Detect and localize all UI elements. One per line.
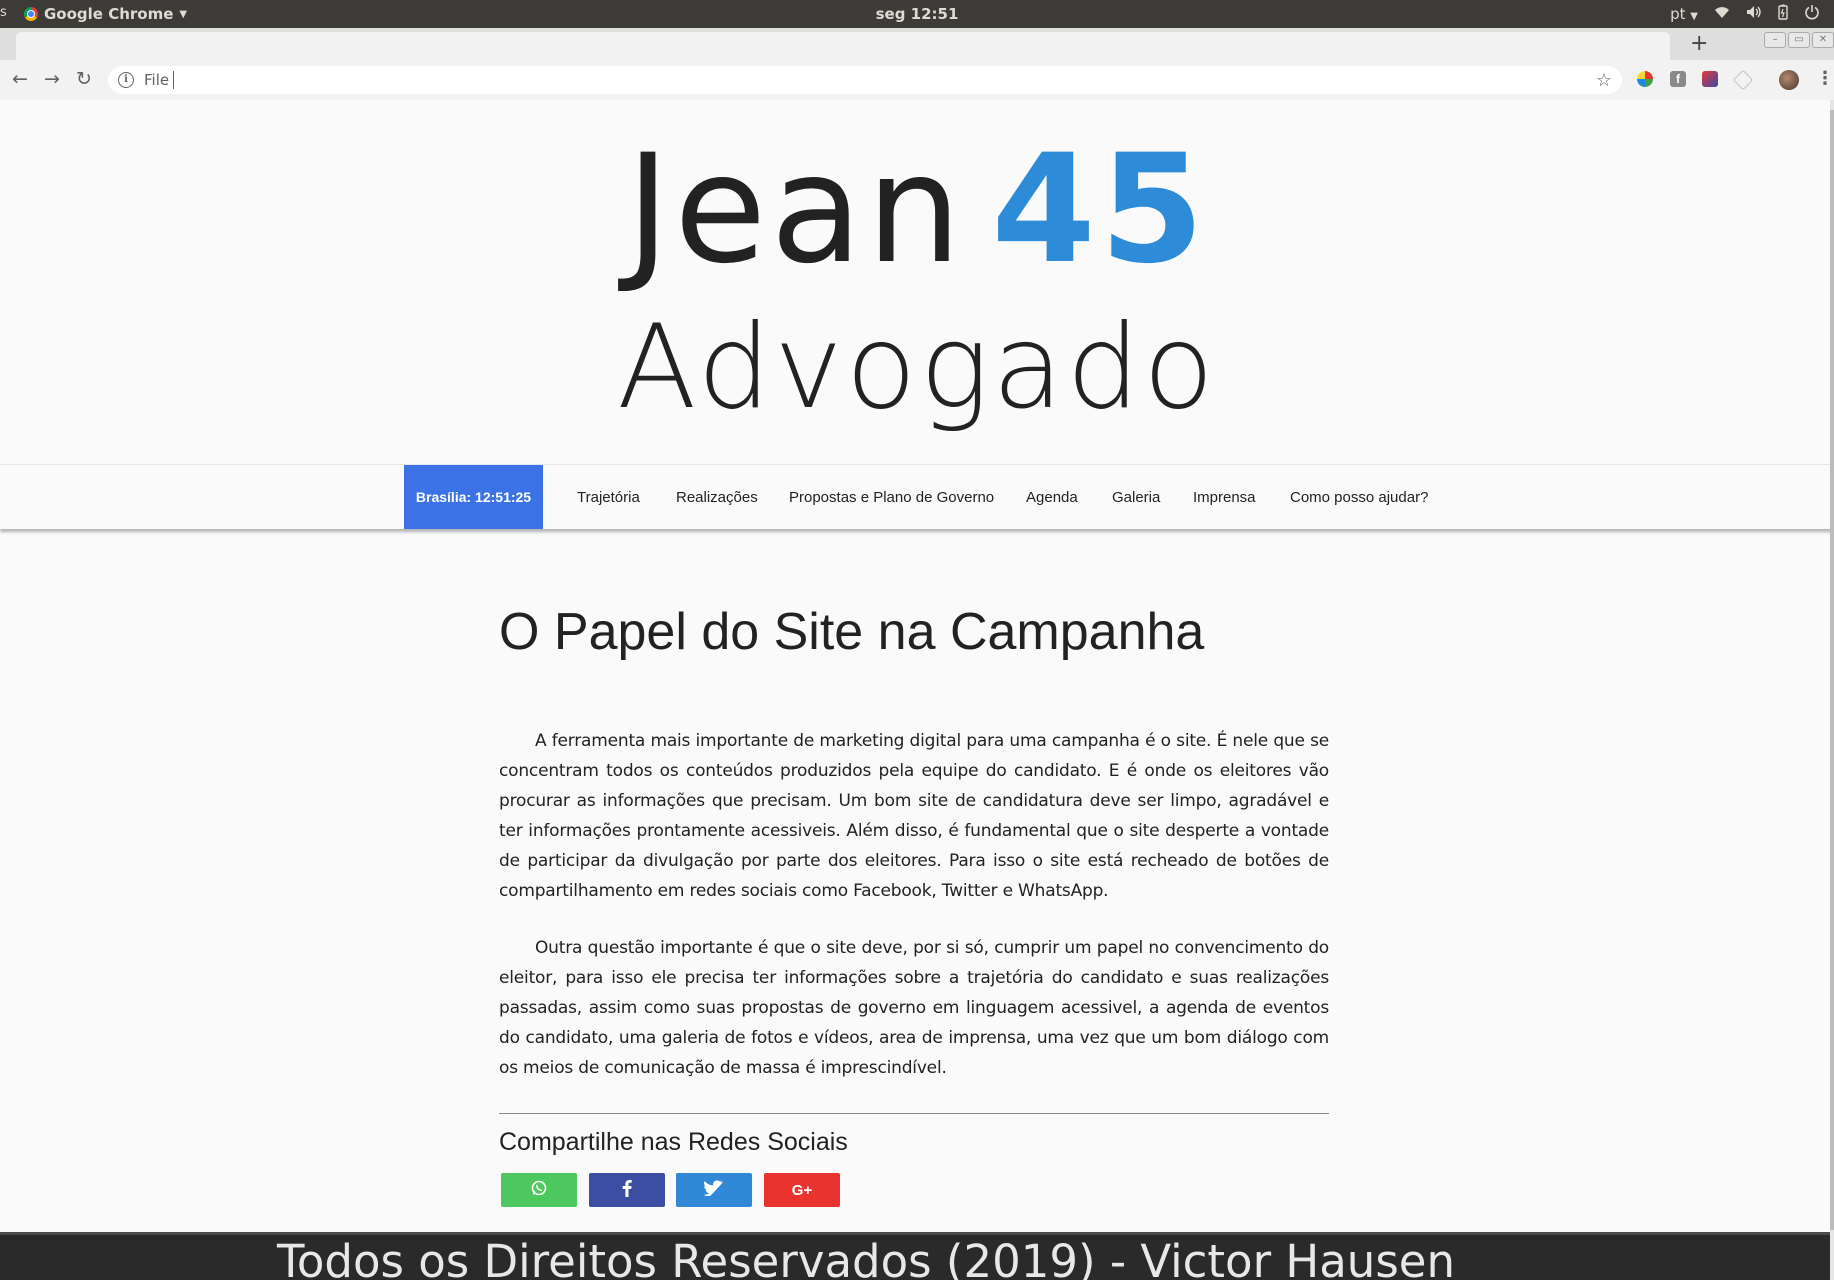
colorful-extension-icon[interactable] <box>1637 71 1653 87</box>
brasilia-clock: Brasília: 12:51:25 <box>404 465 543 529</box>
share-facebook-button[interactable] <box>589 1173 665 1207</box>
nav-item-imprensa[interactable]: Imprensa <box>1193 465 1256 529</box>
nav-item-galeria[interactable]: Galeria <box>1112 465 1160 529</box>
close-window-button[interactable]: ✕ <box>1812 32 1834 48</box>
system-clock[interactable]: seg 12:51 <box>0 5 1834 23</box>
back-arrow-icon[interactable]: ← <box>12 68 28 90</box>
profile-avatar[interactable] <box>1779 70 1799 90</box>
maximize-window-button[interactable]: ▭ <box>1788 32 1810 48</box>
wifi-icon[interactable] <box>1714 5 1730 23</box>
nav-item-agenda[interactable]: Agenda <box>1026 465 1078 529</box>
os-top-panel: s Google Chrome ▼ seg 12:51 pt ▼ <box>0 0 1834 28</box>
url-scheme-label: File <box>144 71 175 89</box>
page-title: O Papel do Site na Campanha <box>499 603 1205 661</box>
article-paragraph: Outra questão importante é que o site de… <box>499 938 1329 1078</box>
candidate-name: Jean <box>625 123 966 297</box>
nav-item-realizacoes[interactable]: Realizações <box>676 465 758 529</box>
minimize-window-button[interactable]: – <box>1764 32 1786 48</box>
nav-item-trajetoria[interactable]: Trajetória <box>577 465 640 529</box>
twitter-icon <box>703 1179 724 1201</box>
browser-tab-strip: + – ▭ ✕ <box>0 28 1834 60</box>
share-section-title: Compartilhe nas Redes Sociais <box>499 1128 848 1156</box>
share-whatsapp-button[interactable] <box>501 1173 577 1207</box>
red-extension-icon[interactable] <box>1702 71 1718 87</box>
article-content: O Papel do Site na Campanha A ferramenta… <box>499 600 1329 1207</box>
facebook-icon <box>621 1179 633 1202</box>
window-controls: – ▭ ✕ <box>1764 32 1834 48</box>
main-navbar: Brasília: 12:51:25 Trajetória Realizaçõe… <box>0 464 1834 529</box>
browser-toolbar: ← → ↻ i File ☆ f ⋮ <box>0 60 1834 101</box>
page-footer: Todos os Direitos Reservados (2019) - Vi… <box>0 1232 1834 1280</box>
browser-menu-icon[interactable]: ⋮ <box>1816 68 1834 89</box>
address-bar[interactable]: i File ☆ <box>108 66 1622 94</box>
whatsapp-icon <box>530 1179 548 1202</box>
page-scrollbar-thumb[interactable] <box>1830 110 1834 1230</box>
gray-extension-icon[interactable] <box>1732 69 1754 91</box>
reload-icon[interactable]: ↻ <box>76 68 92 90</box>
battery-icon[interactable] <box>1778 4 1788 24</box>
info-icon[interactable]: i <box>118 72 134 88</box>
volume-icon[interactable] <box>1746 5 1762 23</box>
hero-candidate: Jean 45 <box>0 120 1834 300</box>
power-icon[interactable] <box>1804 4 1820 24</box>
facebook-extension-icon[interactable]: f <box>1670 71 1686 87</box>
new-tab-button[interactable]: + <box>1690 31 1708 56</box>
candidate-number: 45 <box>991 123 1209 297</box>
bookmark-star-icon[interactable]: ☆ <box>1596 70 1612 91</box>
nav-item-propostas[interactable]: Propostas e Plano de Governo <box>789 465 994 529</box>
system-tray: pt ▼ <box>1670 4 1820 24</box>
share-google-plus-button[interactable]: G+ <box>764 1173 840 1207</box>
footer-copyright: Todos os Direitos Reservados (2019) - Vi… <box>277 1235 1455 1280</box>
active-tab[interactable] <box>16 32 1670 60</box>
google-plus-icon: G+ <box>791 1181 813 1199</box>
page-viewport: Jean 45 Advogado Brasília: 12:51:25 Traje… <box>0 100 1834 1280</box>
share-twitter-button[interactable] <box>676 1173 752 1207</box>
forward-arrow-icon[interactable]: → <box>44 68 60 90</box>
section-divider <box>499 1113 1329 1114</box>
article-paragraph: A ferramenta mais importante de marketin… <box>499 731 1329 901</box>
candidate-profession: Advogado <box>617 300 1217 435</box>
nav-item-como-ajudar[interactable]: Como posso ajudar? <box>1290 465 1428 529</box>
keyboard-layout-indicator[interactable]: pt ▼ <box>1670 5 1698 23</box>
